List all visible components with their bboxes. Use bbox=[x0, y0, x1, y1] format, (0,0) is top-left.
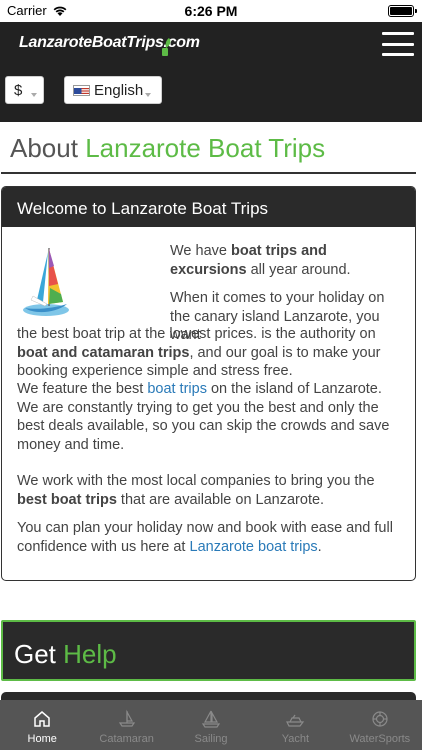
tab-label: WaterSports bbox=[349, 733, 411, 745]
plan-holiday-paragraph: You can plan your holiday now and book w… bbox=[17, 520, 393, 555]
status-time: 6:26 PM bbox=[184, 3, 238, 19]
currency-value: $ bbox=[14, 81, 23, 99]
get-help-title: Get Help bbox=[14, 639, 117, 669]
language-value: English bbox=[94, 81, 144, 99]
yacht-icon bbox=[286, 714, 305, 727]
intro-paragraph: We have boat trips and excursions all ye… bbox=[170, 243, 351, 278]
menu-line bbox=[382, 32, 414, 35]
tab-home[interactable]: Home bbox=[0, 700, 84, 750]
chevron-down-icon bbox=[31, 93, 37, 97]
title-divider bbox=[1, 172, 416, 174]
leaf-icon bbox=[162, 38, 171, 56]
tab-label: Sailing bbox=[194, 733, 228, 745]
watersports-icon bbox=[372, 711, 388, 727]
tab-sailing[interactable]: Sailing bbox=[169, 700, 253, 750]
battery-icon bbox=[388, 5, 417, 17]
currency-select[interactable]: $ bbox=[5, 76, 44, 104]
get-help-section[interactable]: Get Help bbox=[1, 620, 416, 681]
tab-label: Home bbox=[27, 733, 57, 745]
bottom-tab-bar: Home Catamaran Sailing Yacht WaterSports bbox=[0, 700, 422, 750]
lanzarote-boat-trips-link[interactable]: Lanzarote boat trips bbox=[190, 539, 318, 555]
tab-label: Yacht bbox=[281, 733, 310, 745]
status-bar: Carrier 6:26 PM bbox=[0, 0, 422, 22]
selector-bar: $ English bbox=[0, 70, 422, 122]
us-flag-icon bbox=[73, 84, 90, 96]
catamaran-icon bbox=[118, 709, 135, 727]
page-title-prefix: About bbox=[10, 133, 78, 163]
sailing-icon bbox=[201, 710, 221, 728]
boat-trips-link[interactable]: boat trips bbox=[147, 381, 207, 397]
windsurf-sail-image bbox=[23, 248, 69, 316]
site-logo[interactable]: LanzaroteBoatTrips.com bbox=[19, 34, 200, 52]
hamburger-menu-button[interactable] bbox=[382, 32, 414, 56]
feature-paragraph: We feature the best boat trips on the is… bbox=[17, 381, 390, 453]
home-icon bbox=[34, 711, 50, 727]
welcome-card: Welcome to Lanzarote Boat Trips We have … bbox=[1, 186, 416, 581]
tab-watersports[interactable]: WaterSports bbox=[338, 700, 422, 750]
chevron-down-icon bbox=[145, 93, 151, 97]
menu-line bbox=[382, 42, 414, 46]
language-select[interactable]: English bbox=[64, 76, 162, 104]
tab-yacht[interactable]: Yacht bbox=[253, 700, 337, 750]
local-companies-paragraph: We work with the most local companies to… bbox=[17, 473, 375, 508]
tab-catamaran[interactable]: Catamaran bbox=[84, 700, 168, 750]
holiday-paragraph-continued: the best boat trip at the lowest prices.… bbox=[17, 326, 381, 379]
page-title-accent: Lanzarote Boat Trips bbox=[85, 133, 326, 163]
page-title: About Lanzarote Boat Trips bbox=[10, 133, 325, 164]
site-header: LanzaroteBoatTrips.com bbox=[0, 22, 422, 70]
welcome-card-heading: Welcome to Lanzarote Boat Trips bbox=[2, 187, 415, 227]
tab-label: Catamaran bbox=[99, 733, 154, 745]
menu-line bbox=[382, 53, 414, 56]
